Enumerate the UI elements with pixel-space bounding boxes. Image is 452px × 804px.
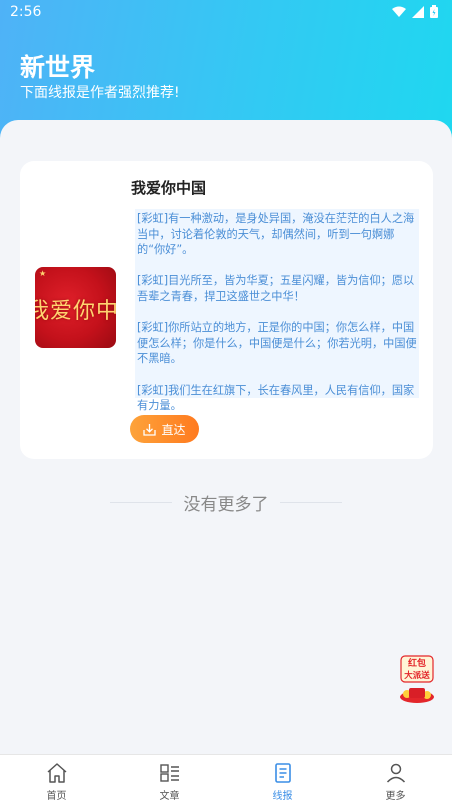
tab-articles[interactable]: 文章 bbox=[113, 755, 226, 804]
red-packet-line2: 大派送 bbox=[404, 670, 430, 681]
red-packet-line1: 红包 bbox=[408, 657, 426, 669]
direct-button[interactable]: 直达 bbox=[130, 415, 199, 443]
tab-home[interactable]: 首页 bbox=[0, 755, 113, 804]
no-more-text: 没有更多了 bbox=[183, 495, 269, 515]
bottom-tab-bar: 首页 文章 线报 更多 bbox=[0, 754, 452, 804]
red-packet-float-button[interactable]: 红包 大派送 bbox=[395, 654, 439, 704]
article-list-icon bbox=[159, 764, 179, 782]
download-icon bbox=[143, 423, 157, 436]
direct-button-label: 直达 bbox=[161, 422, 186, 437]
tab-home-label: 首页 bbox=[46, 791, 67, 802]
user-icon bbox=[386, 763, 405, 783]
card-title: 我爱你中国 bbox=[131, 179, 207, 197]
tab-more[interactable]: 更多 bbox=[339, 755, 452, 804]
tab-tips[interactable]: 线报 bbox=[226, 755, 339, 804]
description-paragraph: [彩虹]目光所至，皆为华夏；五星闪耀，皆为信仰；愿以吾辈之青春，捍卫这盛世之中华… bbox=[137, 274, 415, 303]
tab-tips-label: 线报 bbox=[272, 791, 293, 802]
description-paragraph: [彩虹]有一种激动，是身处异国，淹没在茫茫的白人之海当中，讨论着伦敦的天气，却偶… bbox=[137, 212, 415, 257]
description-paragraph: [彩虹]我们生在红旗下，长在春风里，人民有信仰，国家有力量。 bbox=[137, 383, 415, 413]
page-subtitle: 下面线报是作者强烈推荐! bbox=[20, 85, 180, 101]
document-icon bbox=[274, 763, 291, 783]
cover-image: ★ 我爱你中国 bbox=[35, 267, 116, 348]
tab-more-label: 更多 bbox=[385, 791, 406, 802]
red-packet-icon: 红包 大派送 bbox=[400, 655, 434, 703]
page-title: 新世界 bbox=[20, 53, 96, 82]
tip-card[interactable]: ★ 我爱你中国 我爱你中国 [彩虹]有一种激动，是身处异国，淹没在茫茫的白人之海… bbox=[20, 161, 433, 459]
signal-icon bbox=[412, 5, 424, 18]
cover-lettering: 我爱你中国 bbox=[35, 299, 116, 324]
card-description: [彩虹]有一种激动，是身处异国，淹没在茫茫的白人之海当中，讨论着伦敦的天气，却偶… bbox=[135, 209, 419, 412]
status-time: 2:56 bbox=[10, 4, 42, 20]
wifi-icon bbox=[392, 6, 406, 17]
home-icon bbox=[47, 763, 66, 783]
tab-articles-label: 文章 bbox=[159, 791, 180, 802]
status-bar: 2:56 bbox=[0, 0, 452, 26]
battery-icon bbox=[430, 5, 438, 18]
description-paragraph: [彩虹]你所站立的地方，正是你的中国；你怎么样，中国便怎么样；你是什么，中国便是… bbox=[137, 321, 417, 366]
status-icons bbox=[392, 5, 438, 18]
no-more-indicator: 没有更多了 bbox=[110, 490, 342, 515]
star-icon: ★ bbox=[39, 269, 47, 278]
